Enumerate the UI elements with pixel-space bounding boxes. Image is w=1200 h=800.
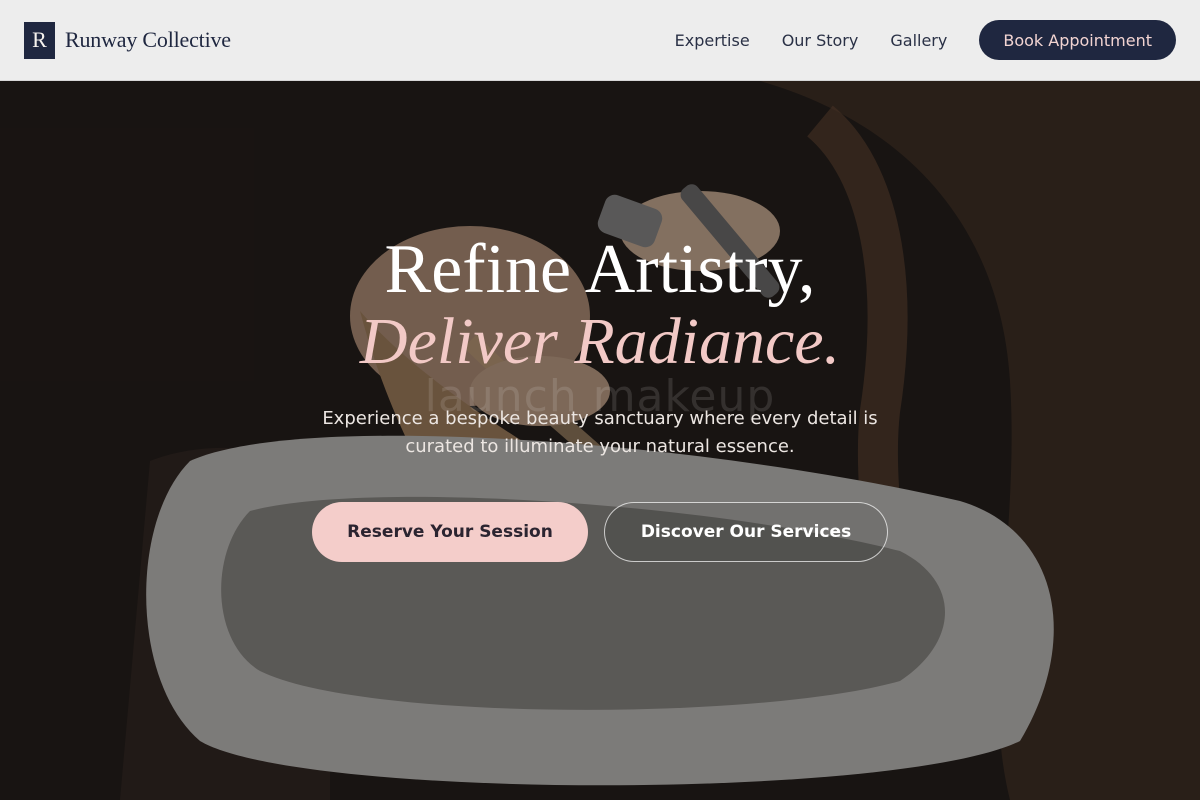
brand-name: Runway Collective — [65, 27, 231, 52]
nav-link-gallery[interactable]: Gallery — [890, 31, 947, 50]
discover-services-button[interactable]: Discover Our Services — [604, 502, 888, 562]
brand[interactable]: R Runway Collective — [24, 21, 231, 59]
nav-link-expertise[interactable]: Expertise — [675, 31, 750, 50]
hero-content: Refine Artistry, Deliver Radiance. launc… — [0, 81, 1200, 800]
book-appointment-button[interactable]: Book Appointment — [979, 20, 1176, 60]
hero-cta-row: Reserve Your Session Discover Our Servic… — [0, 502, 1200, 562]
hero-headline-primary: Refine Artistry, — [384, 231, 816, 308]
logo-mark: R — [24, 21, 55, 59]
main-nav: Expertise Our Story Gallery Book Appoint… — [643, 20, 1176, 60]
hero-section: Refine Artistry, Deliver Radiance. launc… — [0, 81, 1200, 800]
hero-headline-accent: Deliver Radiance. — [359, 305, 841, 378]
site-header: R Runway Collective Expertise Our Story … — [0, 0, 1200, 81]
reserve-session-button[interactable]: Reserve Your Session — [312, 502, 588, 562]
nav-link-our-story[interactable]: Our Story — [782, 31, 859, 50]
hero-subtitle: Experience a bespoke beauty sanctuary wh… — [322, 408, 878, 457]
